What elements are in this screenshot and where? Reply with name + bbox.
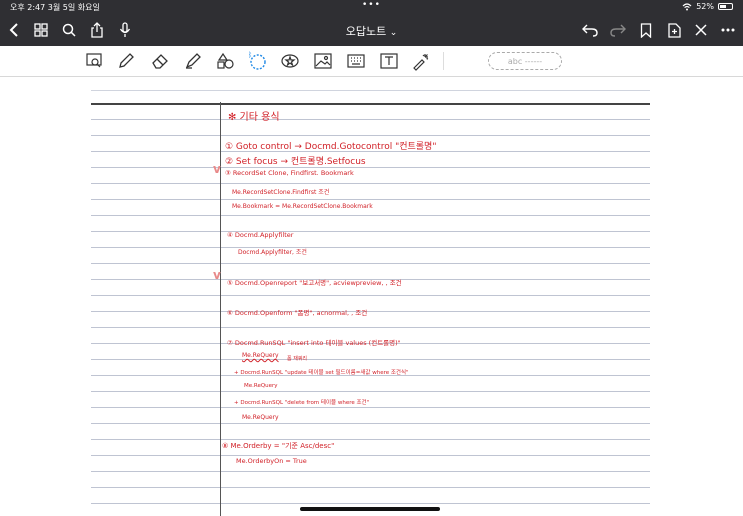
page-line <box>91 311 650 312</box>
page-line <box>91 487 650 488</box>
note-heading: ✻ 기타 용식 <box>228 112 280 123</box>
battery-fill <box>720 5 726 8</box>
page-line <box>91 90 650 91</box>
navigation-bar: 오답노트 ⌄ <box>0 14 743 46</box>
zoom-window-icon[interactable] <box>85 51 105 71</box>
status-time-date: 오후 2:47 3월 5일 화요일 <box>10 3 100 12</box>
page-line <box>91 503 650 504</box>
note-line: Me.ReQuery <box>242 414 279 421</box>
page-line <box>91 263 650 264</box>
undo-icon[interactable] <box>580 20 600 40</box>
note-line: Me.OrderbyOn = True <box>236 457 307 465</box>
page-line <box>91 215 650 216</box>
drawing-toolbar: ᛒ <box>0 46 743 77</box>
page-line <box>91 455 650 456</box>
bookmark-icon[interactable] <box>636 20 656 40</box>
document-title-text: 오답노트 <box>345 25 387 38</box>
home-indicator[interactable] <box>300 507 440 511</box>
status-right: 52% <box>682 2 733 11</box>
eraser-icon[interactable] <box>150 51 170 71</box>
toolbar-divider <box>443 52 444 70</box>
add-page-icon[interactable] <box>664 20 684 40</box>
note-line: ② Set focus → 컨트롤명.Setfocus <box>225 157 366 167</box>
note-line: Me.Bookmark = Me.RecordSetClone.Bookmark <box>232 203 373 210</box>
note-line: ⑧ Me.Orderby = "기준 Asc/desc" <box>222 442 335 450</box>
note-line: Me.RecordSetClone.Findfirst 조건 <box>232 189 330 196</box>
sticker-icon[interactable] <box>280 51 300 71</box>
note-line: Me.ReQuery <box>242 352 279 359</box>
more-options-icon[interactable] <box>718 20 738 40</box>
page-line <box>91 359 650 360</box>
multitasking-dots-icon[interactable]: ••• <box>362 0 381 10</box>
battery-percent: 52% <box>696 2 714 11</box>
text-box-icon[interactable] <box>379 51 399 71</box>
page-line <box>91 471 650 472</box>
svg-text:ᛒ: ᛒ <box>248 51 252 59</box>
checkmark-icon: v <box>213 162 221 176</box>
page-line <box>91 295 650 296</box>
note-line: ⑦ Docmd.RunSQL "insert into 테이블 values (… <box>227 339 401 347</box>
page-line <box>91 327 650 328</box>
laser-pointer-icon[interactable] <box>411 51 431 71</box>
note-line: Me.ReQuery <box>244 383 278 389</box>
note-line: ④ Docmd.Applyfilter <box>227 231 294 239</box>
note-line: + Docmd.RunSQL "delete from 테이블 where 조건… <box>234 400 370 406</box>
note-line: + Docmd.RunSQL "update 테이블 set 필드이름=새값 w… <box>234 370 409 376</box>
note-line: ① Goto control → Docmd.Gotocontrol "컨트롤명… <box>225 142 437 152</box>
highlighter-icon[interactable] <box>183 51 203 71</box>
status-bar: 오후 2:47 3월 5일 화요일 ••• 52% <box>0 0 743 14</box>
note-line: ⑥ Docmd.Openform "폼명", acnormal, , 조건 <box>227 309 368 317</box>
note-line: Docmd.Applyfilter, 조건 <box>238 249 307 256</box>
page-line <box>91 423 650 424</box>
pen-icon[interactable] <box>116 51 136 71</box>
page-line <box>91 167 650 168</box>
title-chevron-down-icon: ⌄ <box>389 28 398 38</box>
document-title[interactable]: 오답노트 ⌄ <box>0 23 743 39</box>
page-line <box>91 391 650 392</box>
page-line <box>91 439 650 440</box>
page-line <box>91 247 650 248</box>
keyboard-icon[interactable] <box>346 51 366 71</box>
note-line: ③ RecordSet Clone, Findfirst. Bookmark <box>225 169 354 177</box>
page-line <box>91 183 650 184</box>
handwriting-text-field[interactable]: abc ------ <box>488 52 562 70</box>
note-annotation: 폼 재쿼리 <box>287 356 307 362</box>
wifi-icon <box>682 2 692 10</box>
page-line <box>91 407 650 408</box>
checkmark-icon: v <box>213 268 221 282</box>
page-line <box>91 135 650 136</box>
battery-icon <box>718 3 733 10</box>
shapes-icon[interactable] <box>215 51 235 71</box>
redo-icon[interactable] <box>608 20 628 40</box>
image-icon[interactable] <box>313 51 333 71</box>
note-line: ⑤ Docmd.Openreport "보고서명", acviewpreview… <box>227 279 402 287</box>
notebook-page[interactable]: ✻ 기타 용식 ① Goto control → Docmd.Gotocontr… <box>91 77 650 516</box>
header-line <box>91 103 650 105</box>
page-line <box>91 119 650 120</box>
close-icon[interactable] <box>691 20 711 40</box>
lasso-icon[interactable]: ᛒ <box>247 51 267 71</box>
page-line <box>91 231 650 232</box>
page-line <box>91 199 650 200</box>
